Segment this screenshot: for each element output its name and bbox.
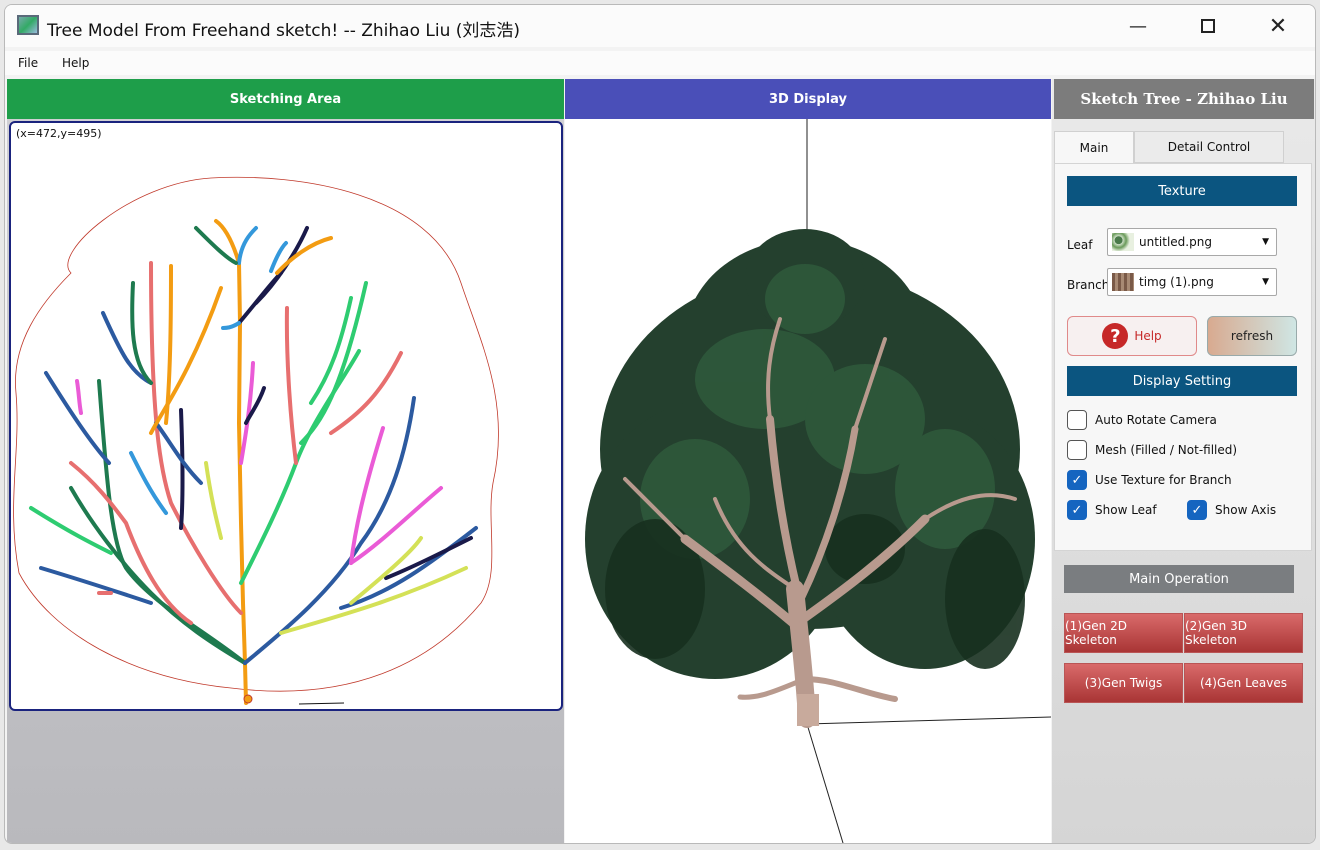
- leaf-label: Leaf: [1067, 238, 1093, 252]
- gen-twigs-button[interactable]: (3)Gen Twigs: [1064, 663, 1183, 703]
- auto-rotate-label: Auto Rotate Camera: [1095, 413, 1217, 427]
- minimize-button[interactable]: —: [1103, 5, 1173, 47]
- close-icon: ✕: [1268, 13, 1288, 39]
- texture-header: Texture: [1067, 176, 1297, 206]
- display-header: 3D Display: [565, 79, 1051, 119]
- help-button[interactable]: ? Help: [1067, 316, 1197, 356]
- leaf-texture-select[interactable]: untitled.png ▼: [1107, 228, 1277, 256]
- tab-main[interactable]: Main: [1054, 131, 1134, 163]
- help-icon: ?: [1102, 323, 1129, 349]
- window-title: Tree Model From Freehand sketch! -- Zhih…: [47, 21, 521, 41]
- tab-main-content: Texture Leaf untitled.png ▼ Branch timg …: [1054, 163, 1312, 551]
- help-button-label: Help: [1134, 329, 1162, 343]
- maximize-button[interactable]: [1173, 5, 1243, 47]
- use-texture-checkbox[interactable]: ✓ Use Texture for Branch: [1067, 470, 1232, 490]
- gen-leaves-button[interactable]: (4)Gen Leaves: [1184, 663, 1303, 703]
- tab-detail-control[interactable]: Detail Control: [1134, 131, 1284, 163]
- main-operation-header: Main Operation: [1064, 565, 1294, 593]
- tree-3d-render: [585, 119, 1051, 843]
- sketch-canvas[interactable]: (x=472,y=495): [9, 121, 563, 711]
- branch-texture-thumbnail: [1112, 273, 1134, 291]
- menu-file[interactable]: File: [18, 56, 38, 70]
- chevron-down-icon: ▼: [1262, 237, 1269, 247]
- mesh-label: Mesh (Filled / Not-filled): [1095, 443, 1238, 457]
- chevron-down-icon: ▼: [1262, 277, 1269, 287]
- minimize-icon: —: [1129, 15, 1147, 37]
- mesh-checkbox[interactable]: Mesh (Filled / Not-filled): [1067, 440, 1237, 460]
- sketch-header: Sketching Area: [7, 79, 564, 119]
- display-setting-header: Display Setting: [1067, 366, 1297, 396]
- maximize-icon: [1201, 19, 1215, 33]
- 3d-display-viewport[interactable]: [565, 119, 1051, 843]
- title-bar: Tree Model From Freehand sketch! -- Zhih…: [5, 5, 1315, 47]
- control-panel: Sketch Tree - Zhihao Liu Main Detail Con…: [1052, 79, 1315, 843]
- close-button[interactable]: ✕: [1243, 5, 1313, 47]
- app-window: Tree Model From Freehand sketch! -- Zhih…: [4, 4, 1316, 844]
- show-leaf-label: Show Leaf: [1095, 503, 1157, 517]
- menu-help[interactable]: Help: [62, 56, 89, 70]
- use-texture-label: Use Texture for Branch: [1095, 473, 1232, 487]
- show-axis-checkbox[interactable]: ✓ Show Axis: [1187, 500, 1276, 520]
- branch-texture-select[interactable]: timg (1).png ▼: [1107, 268, 1277, 296]
- show-axis-label: Show Axis: [1215, 503, 1277, 517]
- menu-bar: File Help: [5, 51, 1315, 75]
- gen-3d-skeleton-button[interactable]: (2)Gen 3D Skeleton: [1184, 613, 1303, 653]
- checkmark-icon: ✓: [1187, 500, 1207, 520]
- branch-texture-value: timg (1).png: [1139, 275, 1214, 289]
- panel-title: Sketch Tree - Zhihao Liu: [1054, 79, 1314, 119]
- sketch-drawing: [13, 176, 499, 705]
- branch-label: Branch: [1067, 278, 1110, 292]
- show-leaf-checkbox[interactable]: ✓ Show Leaf: [1067, 500, 1157, 520]
- checkmark-icon: ✓: [1067, 500, 1087, 520]
- app-icon: [17, 15, 39, 35]
- auto-rotate-checkbox[interactable]: Auto Rotate Camera: [1067, 410, 1217, 430]
- leaf-texture-thumbnail: [1112, 233, 1134, 251]
- refresh-button[interactable]: refresh: [1207, 316, 1297, 356]
- leaf-texture-value: untitled.png: [1139, 235, 1212, 249]
- gen-2d-skeleton-button[interactable]: (1)Gen 2D Skeleton: [1064, 613, 1183, 653]
- checkbox-box: [1067, 440, 1087, 460]
- checkmark-icon: ✓: [1067, 470, 1087, 490]
- sketch-panel: (x=472,y=495): [7, 119, 564, 843]
- checkbox-box: [1067, 410, 1087, 430]
